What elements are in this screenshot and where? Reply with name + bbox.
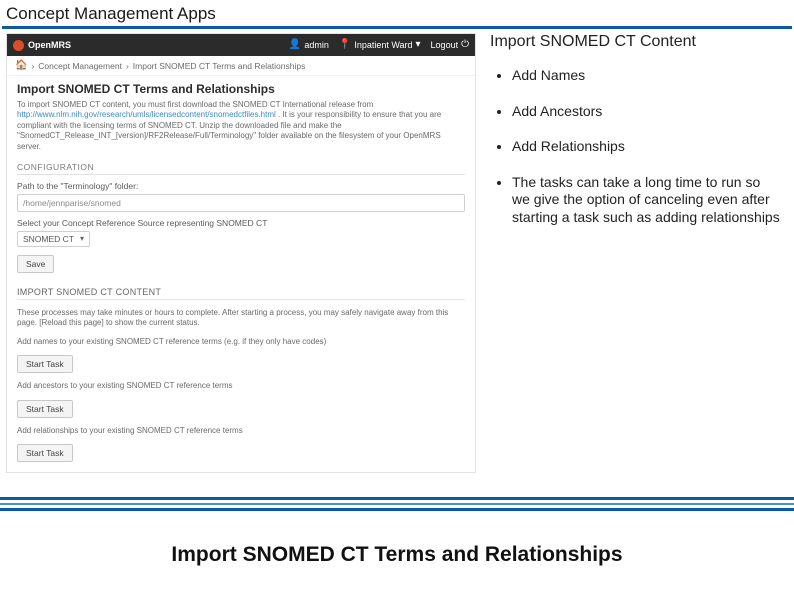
breadcrumb-concept-mgmt[interactable]: Concept Management (38, 61, 122, 71)
source-select[interactable]: SNOMED CT ▾ (17, 231, 90, 247)
intro-text: To import SNOMED CT content, you must fi… (17, 100, 465, 152)
path-label: Path to the "Terminology" folder: (17, 181, 465, 191)
right-pane: Import SNOMED CT Content Add Names Add A… (484, 33, 788, 473)
nav-logout-label: Logout (431, 40, 459, 50)
start-task-relationships-button[interactable]: Start Task (17, 444, 73, 462)
config-section-label: CONFIGURATION (17, 162, 465, 175)
source-label: Select your Concept Reference Source rep… (17, 218, 465, 228)
brand-icon (13, 40, 24, 51)
page-title: Import SNOMED CT Terms and Relationships (17, 82, 465, 96)
nav-logout[interactable]: Logout ⏻ (431, 40, 469, 50)
save-button[interactable]: Save (17, 255, 54, 273)
page-body: Import SNOMED CT Terms and Relationships… (7, 76, 475, 472)
task-add-ancestors: Add ancestors to your existing SNOMED CT… (17, 381, 465, 391)
list-item: Add Relationships (512, 138, 782, 156)
nav-admin-label: admin (304, 40, 329, 50)
breadcrumb-sep: › (126, 61, 129, 71)
openmrs-screenshot: OpenMRS 👤 admin 📍 Inpatient Ward ▾ Logou… (6, 33, 476, 473)
nav-ward[interactable]: 📍 Inpatient Ward ▾ (339, 40, 421, 50)
intro-prefix: To import SNOMED CT content, you must fi… (17, 100, 373, 109)
brand-text: OpenMRS (28, 40, 71, 50)
list-item: Add Names (512, 67, 782, 85)
chevron-down-icon: ▾ (416, 40, 421, 50)
slide-caption: Import SNOMED CT Terms and Relationships (0, 543, 794, 567)
brand: OpenMRS (13, 40, 71, 51)
breadcrumb-sep: › (31, 61, 34, 71)
content-row: OpenMRS 👤 admin 📍 Inpatient Ward ▾ Logou… (0, 33, 794, 473)
list-item: Add Ancestors (512, 103, 782, 121)
right-title: Import SNOMED CT Content (490, 33, 782, 51)
terminology-path-input[interactable] (17, 194, 465, 212)
title-underline (2, 26, 792, 29)
decorative-stripes (0, 497, 794, 515)
nav-admin[interactable]: 👤 admin (289, 40, 329, 50)
right-bullet-list: Add Names Add Ancestors Add Relationship… (490, 67, 782, 226)
location-icon: 📍 (339, 40, 351, 50)
breadcrumb-import: Import SNOMED CT Terms and Relationships (133, 61, 306, 71)
task-add-relationships: Add relationships to your existing SNOME… (17, 426, 465, 436)
start-task-names-button[interactable]: Start Task (17, 355, 73, 373)
import-section-label: IMPORT SNOMED CT CONTENT (17, 287, 465, 300)
breadcrumb: 🏠 › Concept Management › Import SNOMED C… (7, 56, 475, 76)
home-icon[interactable]: 🏠 (15, 60, 27, 71)
intro-link[interactable]: http://www.nlm.nih.gov/research/umls/lic… (17, 110, 276, 119)
power-icon: ⏻ (461, 40, 469, 50)
slide-title: Concept Management Apps (0, 0, 794, 26)
list-item: The tasks can take a long time to run so… (512, 174, 782, 227)
task-add-names: Add names to your existing SNOMED CT ref… (17, 337, 465, 347)
source-value: SNOMED CT (23, 234, 74, 244)
start-task-ancestors-button[interactable]: Start Task (17, 400, 73, 418)
user-icon: 👤 (289, 40, 301, 50)
nav-ward-label: Inpatient Ward (354, 40, 412, 50)
app-header: OpenMRS 👤 admin 📍 Inpatient Ward ▾ Logou… (7, 34, 475, 56)
import-note: These processes may take minutes or hour… (17, 308, 465, 329)
chevron-down-icon: ▾ (80, 234, 84, 243)
